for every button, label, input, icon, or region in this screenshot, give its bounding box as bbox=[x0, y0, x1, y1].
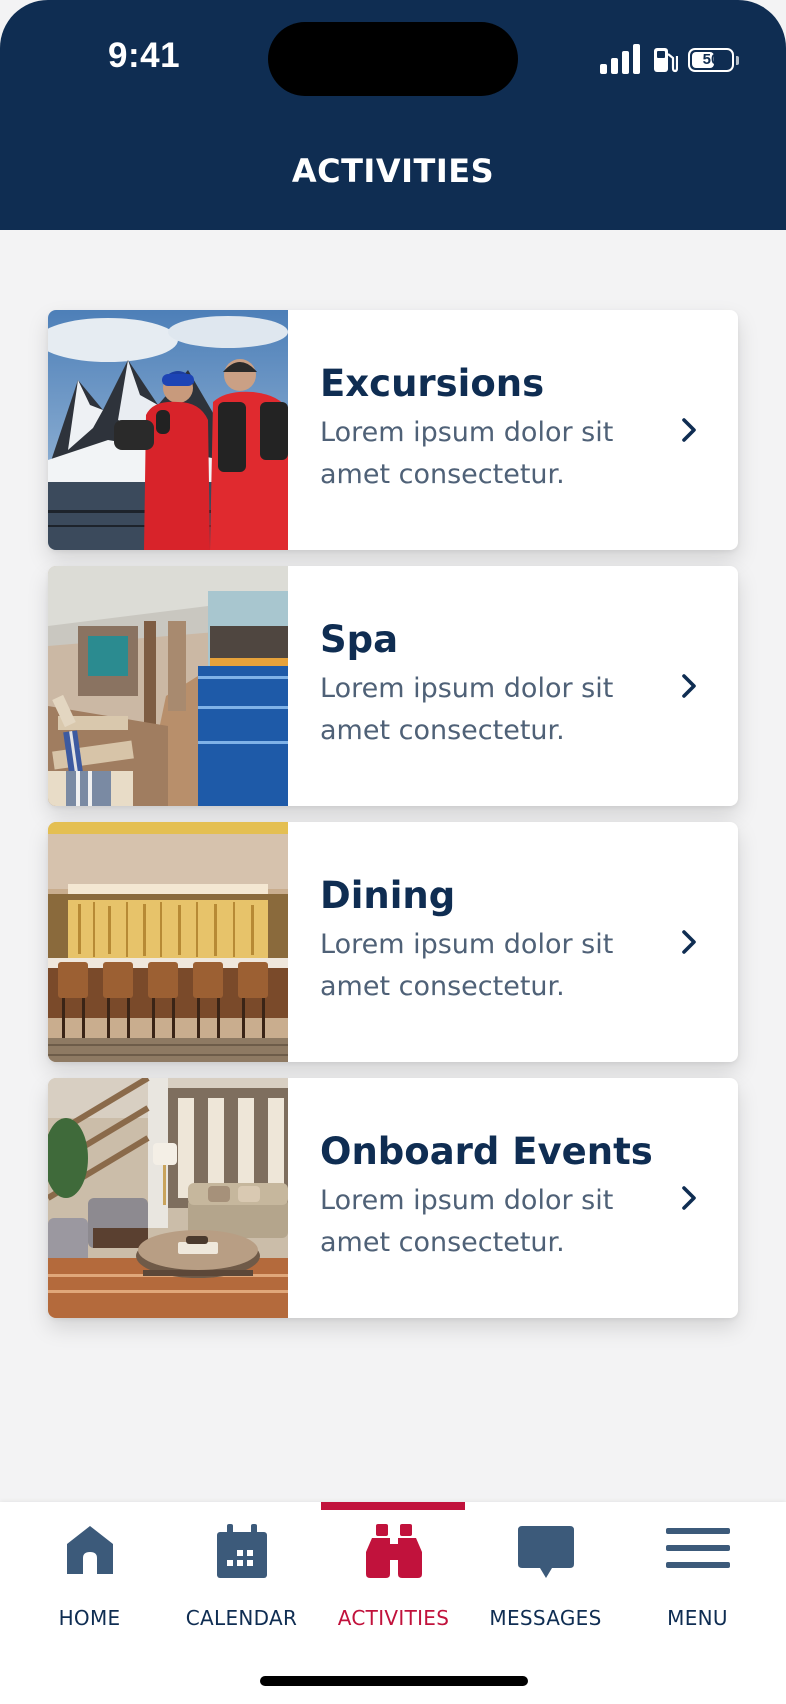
activity-card-excursions[interactable]: Excursions Lorem ipsum dolor sit amet co… bbox=[48, 310, 738, 550]
card-description: Lorem ipsum dolor sit amet consectetur. bbox=[320, 1185, 614, 1258]
card-title: Dining bbox=[320, 874, 456, 917]
message-bubble-icon bbox=[517, 1526, 574, 1578]
home-icon bbox=[66, 1526, 113, 1574]
dining-photo bbox=[48, 822, 288, 1062]
card-text: Spa Lorem ipsum dolor sit amet consectet… bbox=[320, 616, 650, 752]
card-title: Onboard Events bbox=[320, 1130, 653, 1173]
card-description: Lorem ipsum dolor sit amet consectetur. bbox=[320, 929, 614, 1002]
tab-menu[interactable]: MENU bbox=[619, 1502, 776, 1642]
tab-messages[interactable]: MESSAGES bbox=[467, 1502, 624, 1642]
tab-activities[interactable]: ACTIVITIES bbox=[315, 1502, 472, 1642]
chevron-right-icon bbox=[682, 674, 696, 698]
card-text: Dining Lorem ipsum dolor sit amet consec… bbox=[320, 872, 650, 1008]
status-time: 9:41 bbox=[108, 36, 181, 75]
excursions-photo bbox=[48, 310, 288, 550]
card-text: Onboard Events Lorem ipsum dolor sit ame… bbox=[320, 1128, 653, 1264]
card-text: Excursions Lorem ipsum dolor sit amet co… bbox=[320, 360, 650, 496]
bottom-tab-bar: HOME CALENDAR ACTIVITIES MESSAGES MENU bbox=[0, 1502, 786, 1704]
activity-card-onboard-events[interactable]: Onboard Events Lorem ipsum dolor sit ame… bbox=[48, 1078, 738, 1318]
tab-calendar[interactable]: CALENDAR bbox=[163, 1502, 320, 1642]
tab-label: HOME bbox=[58, 1606, 121, 1630]
tab-label: MESSAGES bbox=[489, 1606, 602, 1630]
chevron-right-icon bbox=[682, 418, 696, 442]
tab-label: MENU bbox=[667, 1606, 728, 1630]
chevron-right-icon bbox=[682, 930, 696, 954]
card-title: Spa bbox=[320, 618, 399, 661]
onboard-events-photo bbox=[48, 1078, 288, 1318]
card-description: Lorem ipsum dolor sit amet consectetur. bbox=[320, 417, 614, 490]
card-title: Excursions bbox=[320, 362, 545, 405]
battery-icon: 50 bbox=[688, 48, 734, 72]
calendar-icon bbox=[216, 1524, 267, 1578]
tab-home[interactable]: HOME bbox=[11, 1502, 168, 1642]
activity-card-spa[interactable]: Spa Lorem ipsum dolor sit amet consectet… bbox=[48, 566, 738, 806]
page-title: ACTIVITIES bbox=[291, 152, 495, 190]
chevron-right-icon bbox=[682, 1186, 696, 1210]
card-description: Lorem ipsum dolor sit amet consectetur. bbox=[320, 673, 614, 746]
fuel-icon bbox=[654, 48, 678, 73]
spa-photo bbox=[48, 566, 288, 806]
signal-icon bbox=[600, 44, 640, 74]
home-indicator bbox=[260, 1676, 528, 1686]
activity-card-dining[interactable]: Dining Lorem ipsum dolor sit amet consec… bbox=[48, 822, 738, 1062]
tab-label: ACTIVITIES bbox=[337, 1606, 450, 1630]
app-header: 9:41 50 ACTIVITIES bbox=[0, 0, 786, 230]
hamburger-menu-icon bbox=[665, 1528, 730, 1568]
dynamic-island bbox=[268, 22, 518, 96]
tab-label: CALENDAR bbox=[185, 1606, 298, 1630]
battery-level: 50 bbox=[702, 51, 720, 68]
binoculars-icon bbox=[365, 1524, 422, 1578]
